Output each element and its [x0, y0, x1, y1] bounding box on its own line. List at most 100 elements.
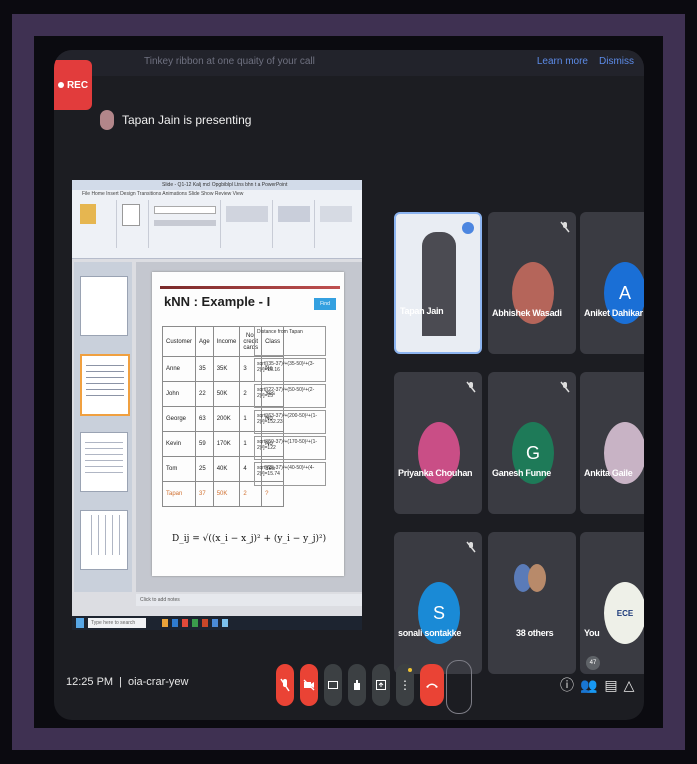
chrome-icon[interactable]: [182, 619, 188, 627]
notification-dot: [408, 668, 412, 672]
participant-name: Aniket Dahikar: [584, 308, 643, 318]
captions-button[interactable]: [324, 664, 342, 706]
participant-tile[interactable]: Ankita Gaile: [580, 372, 644, 514]
present-screen-button[interactable]: [372, 664, 390, 706]
activities-button[interactable]: △: [620, 670, 638, 700]
participant-avatar: ECE: [604, 582, 644, 644]
font-box: [154, 206, 216, 214]
participant-name: Priyanka Chouhan: [398, 468, 473, 478]
column-header: Age: [195, 326, 214, 357]
mic-off-icon: [560, 380, 570, 393]
participant-name: Abhishek Wasadi: [492, 308, 562, 318]
windows-start-icon[interactable]: [76, 618, 84, 628]
column-header: Customer: [161, 326, 197, 357]
edge-icon[interactable]: [172, 619, 178, 627]
slide-thumbnail[interactable]: [80, 432, 128, 492]
ribbon-group-font: [150, 200, 221, 248]
distance-cell: sqrt[(59-37)²+(170-50)²+(1-2)²]=122: [254, 436, 326, 460]
photo-frame-inner: Tinkey ribbon at one quaity of your call…: [34, 36, 663, 728]
find-button[interactable]: Find: [314, 298, 336, 310]
editing-tools: [320, 206, 352, 222]
dismiss-link[interactable]: Dismiss: [599, 56, 634, 67]
activities-icon: △: [623, 676, 635, 693]
excel-icon[interactable]: [192, 619, 198, 627]
table-cell: 50K: [212, 481, 241, 507]
camera-toggle-button[interactable]: [300, 664, 318, 706]
participant-tile-self[interactable]: ECE You: [580, 532, 644, 674]
meeting-details: 12:25 PM | oia-crar-yew: [66, 676, 188, 688]
presenter-text: Tapan Jain is presenting: [122, 113, 252, 127]
slide-thumbnail[interactable]: [80, 276, 128, 336]
shared-screen: Slide - Q1-12 Kalj mcl Opgbiblpl Ltns bh…: [72, 180, 362, 630]
others-avatar-stack: [514, 560, 552, 600]
participant-tile[interactable]: Priyanka Chouhan: [394, 372, 482, 514]
distance-formula: D_ij = √((x_i − x_j)² + (y_i − y_j)²): [172, 534, 327, 544]
table-cell: 50K: [212, 381, 241, 407]
participant-tile[interactable]: A Aniket Dahikar: [580, 212, 644, 354]
distance-header: Distance from Tapan: [254, 326, 326, 356]
host-controls-button[interactable]: ⊚: [640, 670, 644, 700]
taskbar-search[interactable]: Type here to search: [88, 618, 146, 628]
people-button[interactable]: 👥 47: [580, 656, 600, 700]
drawing-tools: [278, 206, 310, 222]
slide-thumbnail-selected[interactable]: [80, 354, 130, 416]
table-cell: Anne: [161, 356, 197, 382]
ribbon-group-drawing: [274, 200, 315, 248]
raise-hand-button[interactable]: [348, 664, 366, 706]
table-cell: 40K: [212, 456, 241, 482]
table-cell: 35: [195, 356, 214, 382]
participant-tile[interactable]: Abhishek Wasadi: [488, 212, 576, 354]
avatar-initial: A: [618, 282, 631, 303]
participant-tile[interactable]: S sonali sontakke: [394, 532, 482, 674]
distance-cell: sqrt[(63-37)²+(200-50)²+(1-2)²]=152.23: [254, 410, 326, 434]
paste-icon: [80, 204, 96, 224]
table-cell: 22: [195, 381, 214, 407]
ppt-menu: File Home Insert Design Transitions Anim…: [82, 191, 244, 197]
distance-cell: sqrt[(35-37)²+(35-50)²+(3-2)²]=15.16: [254, 358, 326, 382]
table-cell: John: [161, 381, 197, 407]
more-options-button[interactable]: ⋮: [396, 664, 414, 706]
ppt-titlebar: Slide - Q1-12 Kalj mcl Opgbiblpl Ltns bh…: [72, 180, 362, 190]
ribbon-group-editing: [316, 200, 356, 248]
table-cell: Tapan: [161, 481, 197, 507]
leave-call-button[interactable]: [420, 664, 444, 706]
avatar-initial: S: [432, 602, 445, 623]
camera-off-icon: [303, 679, 315, 691]
distance-column: Distance from Tapan sqrt[(35-37)²+(35-50…: [254, 326, 326, 488]
meeting-info-button[interactable]: ⓘ: [558, 670, 576, 700]
separator: |: [119, 676, 122, 688]
column-header: Income: [212, 326, 241, 357]
participant-avatar: [528, 564, 546, 592]
participant-tile[interactable]: G Ganesh Funne: [488, 372, 576, 514]
participant-tile-others[interactable]: 38 others: [488, 532, 576, 674]
mic-off-icon: [466, 540, 476, 553]
meeting-code[interactable]: oia-crar-yew: [128, 676, 189, 688]
ppt-ribbon: Slide - Q1-12 Kalj mcl Opgbiblpl Ltns bh…: [72, 180, 362, 259]
avatar-initial: G: [525, 442, 540, 463]
slide-thumbnail[interactable]: [80, 510, 128, 570]
table-cell: 200K: [212, 406, 241, 432]
photo-frame-outer: Tinkey ribbon at one quaity of your call…: [12, 14, 685, 750]
word-icon[interactable]: [212, 619, 218, 627]
table-cell: 170K: [212, 431, 241, 457]
table-cell: 35K: [212, 356, 241, 382]
rec-dot-icon: [57, 82, 64, 88]
presenter-avatar: [100, 110, 114, 130]
participant-tile-active[interactable]: Tapan Jain: [394, 212, 482, 354]
quality-banner: Tinkey ribbon at one quaity of your call…: [54, 50, 644, 76]
mic-toggle-button[interactable]: [276, 664, 294, 706]
learn-more-link[interactable]: Learn more: [537, 56, 588, 67]
meeting-screen: Tinkey ribbon at one quaity of your call…: [54, 50, 644, 720]
powerpoint-icon[interactable]: [202, 619, 208, 627]
thumb-table: [86, 360, 124, 400]
participant-name: sonali sontakke: [398, 628, 462, 638]
participant-name: Ganesh Funne: [492, 468, 551, 478]
avatar-initial: ECE: [616, 608, 634, 618]
file-explorer-icon[interactable]: [162, 619, 168, 627]
app-icon[interactable]: [222, 619, 228, 627]
current-slide: kNN : Example - I Find Customer Age Inco…: [152, 272, 344, 576]
table-cell: George: [161, 406, 197, 432]
notes-pane[interactable]: Click to add notes: [136, 594, 362, 606]
people-icon: 👥: [580, 676, 598, 693]
chat-button[interactable]: ▤: [602, 670, 620, 700]
